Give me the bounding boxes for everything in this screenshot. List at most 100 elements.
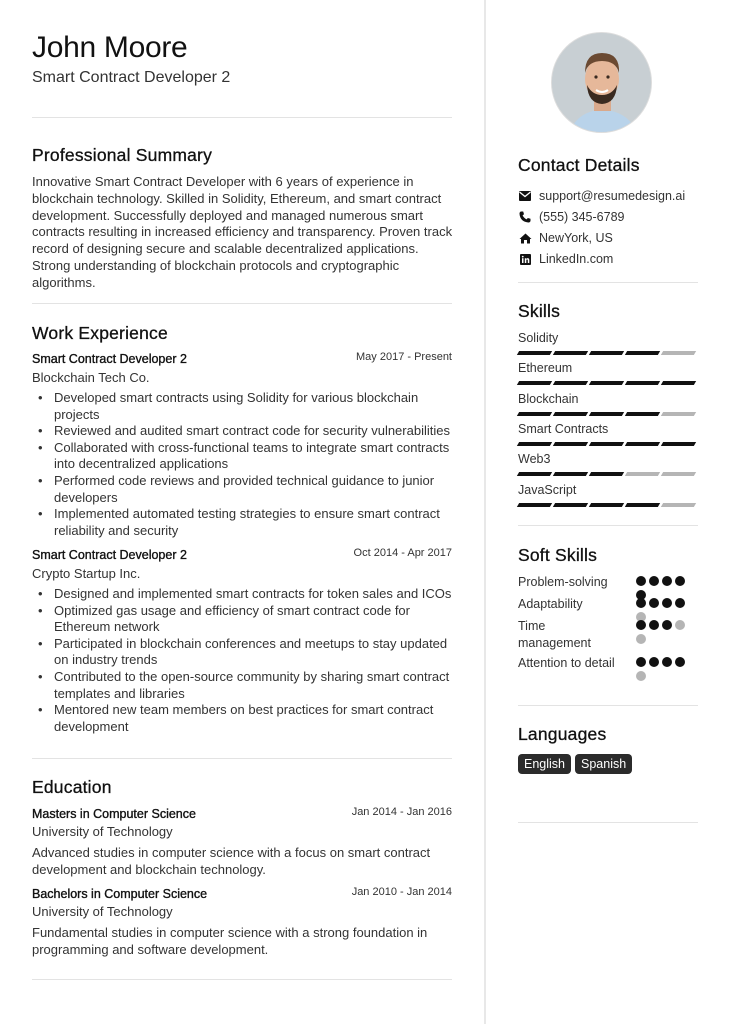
rating-dot-empty [675,620,685,630]
skill-segment-filled [516,472,553,477]
skill-level-bar [516,472,697,477]
job-bullet: Contributed to the open-source community… [38,669,459,702]
skill-level-bar [516,502,697,507]
rating-dot-empty [636,671,646,681]
contact-location: NewYork, US [518,231,613,245]
skill-level-bar [516,441,697,446]
contact-linkedin[interactable]: LinkedIn.com [518,252,613,266]
education-description: Advanced studies in computer science wit… [32,845,431,877]
education-heading: Education [32,777,112,797]
skill-segment-filled [552,381,589,386]
summary-heading: Professional Summary [32,145,213,165]
divider [518,822,698,823]
job-dates: Oct 2014 - Apr 2017 [353,547,452,559]
skill-segment-filled [552,441,589,446]
job-bullets: Designed and implemented smart contracts… [38,586,459,735]
phone-icon [518,210,532,224]
school: University of Technology [32,904,173,919]
job-company: Blockchain Tech Co. [32,370,150,385]
profile-photo [551,32,652,133]
rating-dot-filled [649,598,659,608]
skill-segment-filled [660,381,697,386]
degree: Bachelors in Computer Science [32,887,208,901]
skill-level-bar [516,351,697,355]
school: University of Technology [32,824,173,839]
contact-email[interactable]: support@resumedesign.ai [518,189,685,203]
skill-segment-filled [588,472,625,477]
job-title: Smart Contract Developer 2 [32,548,187,562]
rating-dot-filled [636,657,646,667]
soft-skill-name: Time management [518,619,591,650]
skill-segment-filled [624,381,661,386]
contact-phone-text: (555) 345-6789 [539,210,625,224]
soft-skill-rating [636,576,688,600]
skill-name: JavaScript [518,482,577,497]
candidate-title: Smart Contract Developer 2 [32,69,231,86]
language-tag: Spanish [575,754,633,774]
soft-skills-heading: Soft Skills [518,545,598,565]
skill-name: Solidity [518,331,559,345]
skill-segment-filled [624,502,661,507]
job-company: Crypto Startup Inc. [32,566,141,581]
skill-level-bar [516,381,697,386]
skill-segment-filled [624,351,661,355]
skill-segment-filled [588,441,625,446]
divider [518,282,698,283]
job-bullet: Performed code reviews and provided tech… [38,473,459,506]
soft-skill-rating [636,657,688,681]
rating-dot-filled [675,657,685,667]
contact-linkedin-text: LinkedIn.com [539,252,614,266]
job-bullet: Participated in blockchain conferences a… [38,636,459,669]
profile-photo-illustration [552,33,651,132]
divider [32,303,452,304]
column-divider [484,0,486,1024]
rating-dot-filled [675,598,685,608]
skill-segment-empty [660,502,697,507]
job-bullet: Reviewed and audited smart contract code… [38,423,459,440]
divider [518,525,698,526]
skill-segment-empty [624,472,661,477]
rating-dot-filled [662,657,672,667]
job-bullet: Mentored new team members on best practi… [38,702,459,735]
rating-dot-filled [649,620,659,630]
skill-segment-empty [660,472,697,477]
divider [32,979,452,980]
soft-skill-rating [636,598,688,622]
skill-name: Smart Contracts [518,421,609,436]
divider [32,758,452,759]
skill-segment-empty [660,411,697,416]
rating-dot-filled [662,620,672,630]
skill-segment-filled [660,441,697,446]
skill-segment-filled [588,381,625,386]
skill-segment-filled [516,411,553,416]
envelope-icon [518,189,532,203]
education-dates: Jan 2014 - Jan 2016 [351,806,452,818]
rating-dot-empty [636,634,646,644]
contact-location-text: NewYork, US [539,231,613,245]
skill-name: Web3 [518,452,551,467]
rating-dot-filled [662,598,672,608]
skill-segment-filled [516,502,553,507]
rating-dot-filled [636,598,646,608]
degree: Masters in Computer Science [32,807,196,821]
rating-dot-filled [649,657,659,667]
job-dates: May 2017 - Present [356,351,452,363]
job-bullet: Designed and implemented smart contracts… [38,586,459,603]
skill-segment-filled [552,411,589,416]
job-bullets: Developed smart contracts using Solidity… [38,390,459,539]
job-title: Smart Contract Developer 2 [32,352,187,366]
job-bullet: Collaborated with cross-functional teams… [38,440,459,473]
contact-phone[interactable]: (555) 345-6789 [518,210,624,224]
divider [32,117,452,118]
job-bullet: Developed smart contracts using Solidity… [38,390,459,423]
home-icon [518,231,532,245]
skill-segment-filled [588,502,625,507]
job-bullet: Optimized gas usage and efficiency of sm… [38,603,459,636]
skill-segment-filled [588,351,625,355]
skill-segment-filled [516,441,553,446]
soft-skill-name: Adaptability [518,597,583,611]
skill-segment-filled [516,381,553,386]
contact-email-text: support@resumedesign.ai [539,189,686,203]
skill-segment-filled [552,351,589,355]
rating-dot-filled [649,576,659,586]
